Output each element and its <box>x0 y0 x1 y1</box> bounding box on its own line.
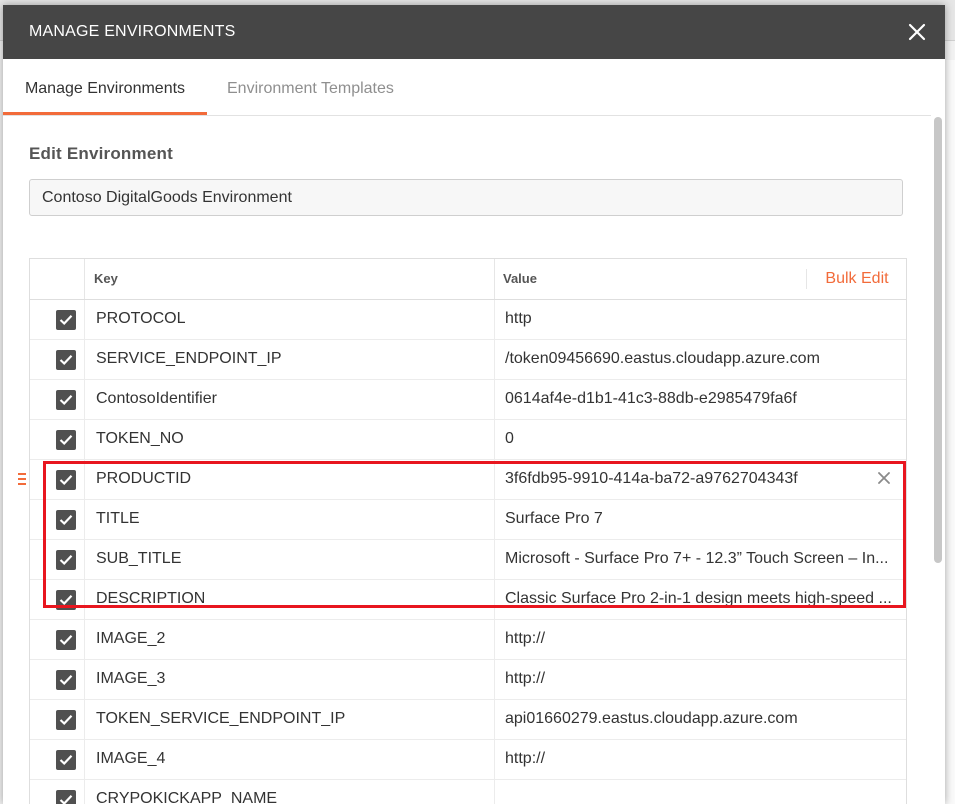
variable-key[interactable]: CRYPOKICKAPP_NAME <box>96 790 277 804</box>
row-checkbox[interactable] <box>56 510 76 530</box>
edit-environment-heading: Edit Environment <box>29 144 173 163</box>
delete-row-icon[interactable] <box>876 470 892 486</box>
variable-key[interactable]: PRODUCTID <box>96 470 191 488</box>
variable-key[interactable]: TOKEN_NO <box>96 430 184 448</box>
variable-key[interactable]: PROTOCOL <box>96 310 186 328</box>
variable-key[interactable]: SERVICE_ENDPOINT_IP <box>96 350 282 368</box>
variable-value[interactable]: http <box>505 310 895 328</box>
variable-value[interactable]: Classic Surface Pro 2-in-1 design meets … <box>505 590 895 608</box>
manage-environments-dialog: MANAGE ENVIRONMENTS Manage Environments … <box>3 5 945 804</box>
variable-key[interactable]: IMAGE_2 <box>96 630 165 648</box>
column-header-value: Value <box>503 271 537 286</box>
row-checkbox[interactable] <box>56 670 76 690</box>
column-header-key: Key <box>94 271 118 286</box>
variable-value[interactable]: Surface Pro 7 <box>505 510 895 528</box>
table-row: TOKEN_NO 0 <box>30 420 906 460</box>
tab-environment-templates[interactable]: Environment Templates <box>227 59 394 114</box>
variable-value[interactable]: http:// <box>505 750 895 768</box>
row-checkbox[interactable] <box>56 630 76 650</box>
table-row: SERVICE_ENDPOINT_IP /token09456690.eastu… <box>30 340 906 380</box>
table-header: Key Value Bulk Edit <box>30 259 906 300</box>
table-row: PRODUCTID 3f6fdb95-9910-414a-ba72-a97627… <box>18 460 906 500</box>
scrollbar-thumb[interactable] <box>934 117 942 563</box>
row-checkbox[interactable] <box>56 750 76 770</box>
row-checkbox[interactable] <box>56 550 76 570</box>
variable-key[interactable]: IMAGE_4 <box>96 750 165 768</box>
table-row: SUB_TITLE Microsoft - Surface Pro 7+ - 1… <box>30 540 906 580</box>
bulk-edit-divider <box>806 269 807 289</box>
table-row: IMAGE_4 http:// <box>30 740 906 780</box>
variable-key[interactable]: IMAGE_3 <box>96 670 165 688</box>
variable-value[interactable]: http:// <box>505 630 895 648</box>
dialog-title: MANAGE ENVIRONMENTS <box>29 23 236 40</box>
column-divider <box>494 259 495 299</box>
variable-value[interactable]: http:// <box>505 670 895 688</box>
bulk-edit-button[interactable]: Bulk Edit <box>808 259 906 299</box>
variable-value[interactable]: /token09456690.eastus.cloudapp.azure.com <box>505 350 895 368</box>
table-row: IMAGE_3 http:// <box>30 660 906 700</box>
row-checkbox[interactable] <box>56 790 76 804</box>
variable-value[interactable]: 0614af4e-d1b1-41c3-88db-e2985479fa6f <box>505 390 895 408</box>
table-row: IMAGE_2 http:// <box>30 620 906 660</box>
variable-value[interactable]: 3f6fdb95-9910-414a-ba72-a9762704343f <box>505 470 895 488</box>
variable-key[interactable]: TITLE <box>96 510 140 528</box>
variable-value[interactable]: Microsoft - Surface Pro 7+ - 12.3” Touch… <box>505 550 895 568</box>
table-row: PROTOCOL http <box>30 300 906 340</box>
table-row: TOKEN_SERVICE_ENDPOINT_IP api01660279.ea… <box>30 700 906 740</box>
row-checkbox[interactable] <box>56 390 76 410</box>
row-checkbox[interactable] <box>56 350 76 370</box>
header-checkbox-column <box>30 259 85 299</box>
scrollbar-track[interactable] <box>931 59 945 804</box>
table-row: ContosoIdentifier 0614af4e-d1b1-41c3-88d… <box>30 380 906 420</box>
variable-key[interactable]: SUB_TITLE <box>96 550 181 568</box>
variable-value[interactable]: api01660279.eastus.cloudapp.azure.com <box>505 710 895 728</box>
environment-name-input[interactable] <box>29 179 903 216</box>
variables-table: Key Value Bulk Edit PROTOCOL http SERVIC… <box>18 258 907 804</box>
row-checkbox[interactable] <box>56 590 76 610</box>
tab-bar: Manage Environments Environment Template… <box>3 59 931 116</box>
dialog-header: MANAGE ENVIRONMENTS <box>3 5 945 59</box>
row-checkbox[interactable] <box>56 710 76 730</box>
row-checkbox[interactable] <box>56 470 76 490</box>
variable-key[interactable]: ContosoIdentifier <box>96 390 217 408</box>
drag-handle-icon[interactable] <box>18 472 26 486</box>
variable-key[interactable]: DESCRIPTION <box>96 590 205 608</box>
table-row: CRYPOKICKAPP_NAME <box>30 780 906 804</box>
variable-value[interactable]: 0 <box>505 430 895 448</box>
table-row: TITLE Surface Pro 7 <box>30 500 906 540</box>
variable-key[interactable]: TOKEN_SERVICE_ENDPOINT_IP <box>96 710 345 728</box>
row-checkbox[interactable] <box>56 430 76 450</box>
close-icon[interactable] <box>905 20 929 44</box>
tab-manage-environments[interactable]: Manage Environments <box>3 59 207 115</box>
row-checkbox[interactable] <box>56 310 76 330</box>
table-row: DESCRIPTION Classic Surface Pro 2-in-1 d… <box>30 580 906 620</box>
